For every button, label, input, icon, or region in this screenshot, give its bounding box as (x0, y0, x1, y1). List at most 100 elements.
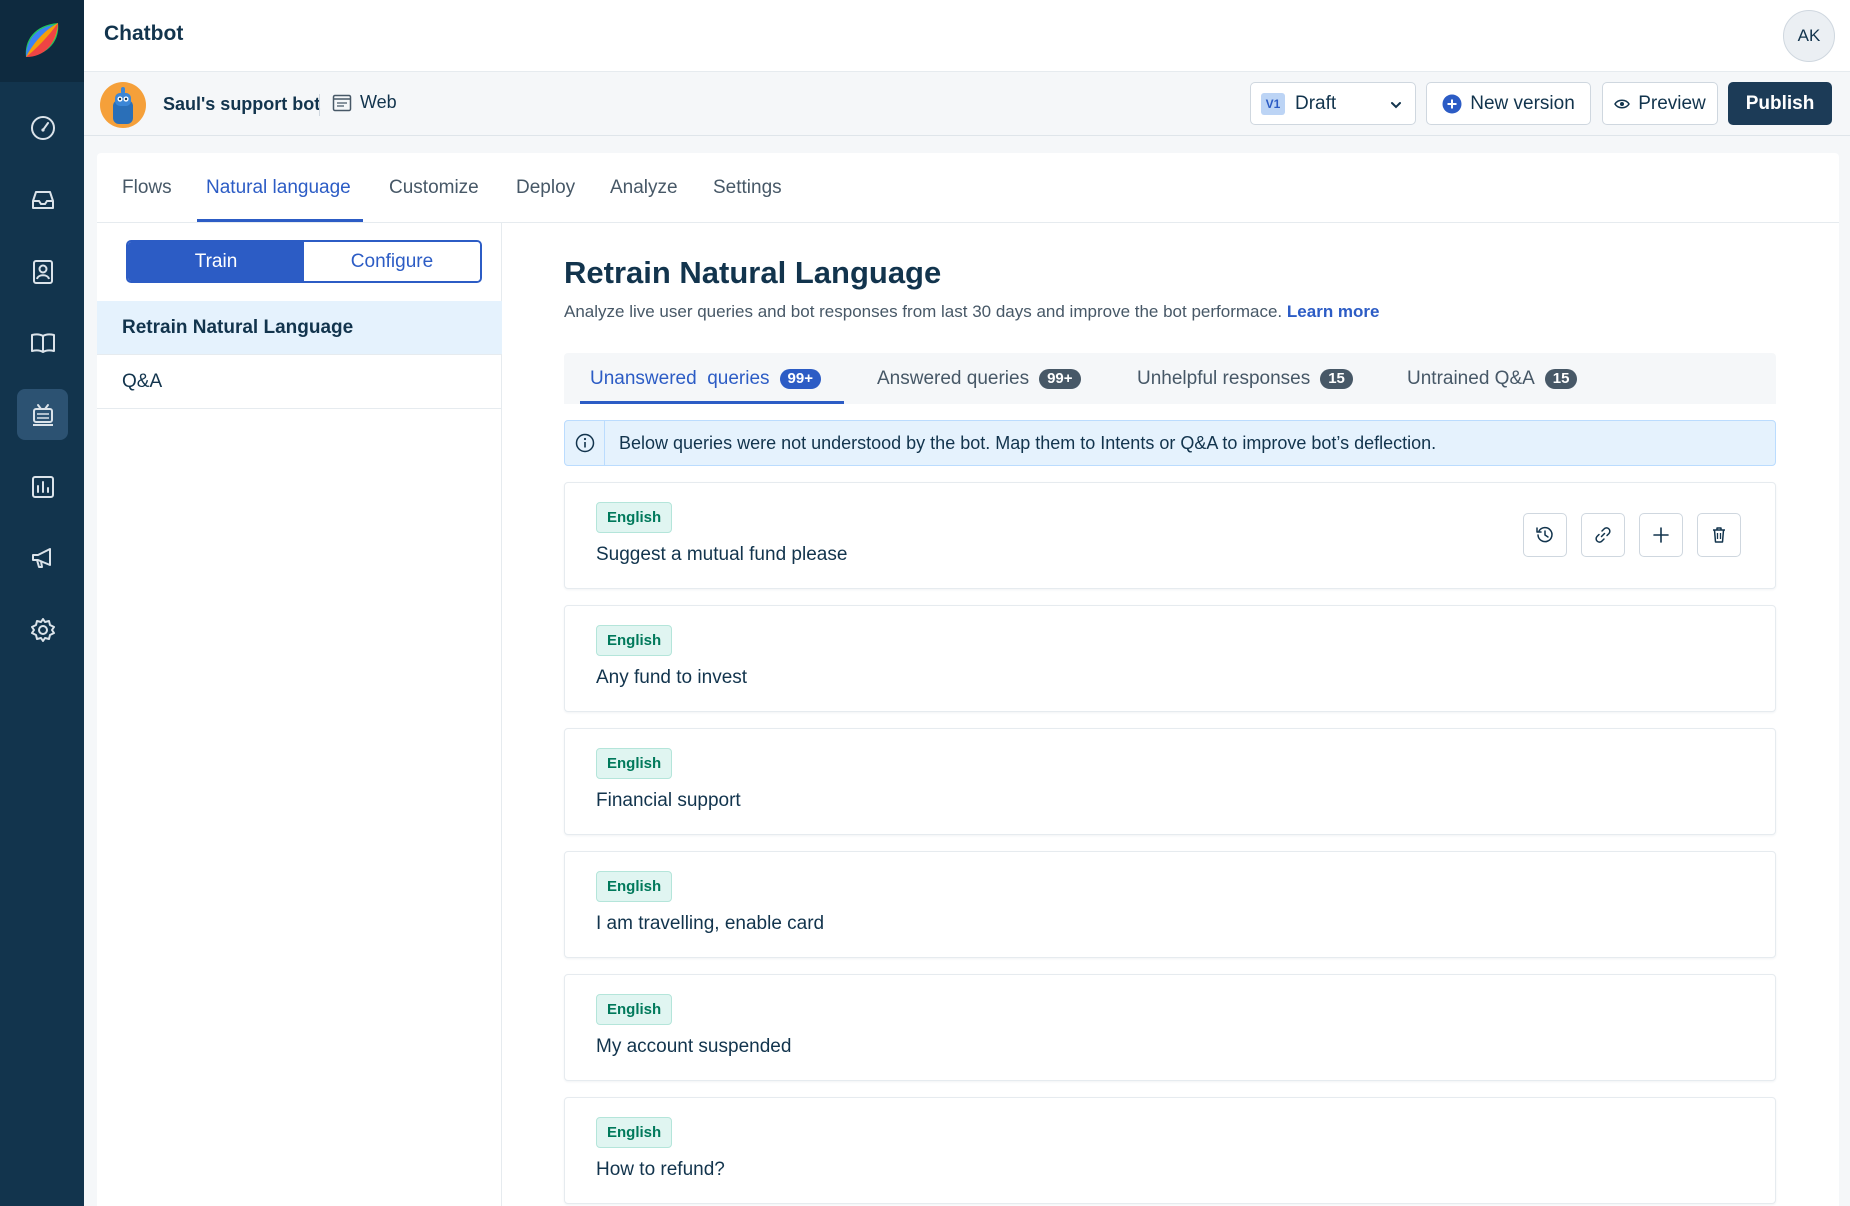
language-tag: English (596, 871, 673, 902)
channel-label: Web (360, 92, 397, 112)
contacts-icon (32, 259, 53, 284)
dashboard-nav[interactable] (17, 102, 68, 153)
tab-answered-queries[interactable]: Answered queries 99+ (877, 353, 1081, 404)
configure-button[interactable]: Configure (304, 242, 480, 281)
new-version-label: New version (1470, 92, 1575, 114)
knowledge-base-nav[interactable] (17, 317, 68, 368)
tab-label: Unhelpful responses (1137, 367, 1311, 389)
subtitle-text: Analyze live user queries and bot respon… (564, 302, 1283, 321)
sidebar-item-qa[interactable]: Q&A (97, 355, 502, 409)
preview-button[interactable]: Preview (1602, 82, 1718, 125)
inbox-nav[interactable] (17, 174, 68, 225)
page-title: Retrain Natural Language (564, 255, 942, 290)
query-card[interactable]: English I am travelling, enable card (564, 851, 1776, 958)
tab-unhelpful-responses[interactable]: Unhelpful responses 15 (1137, 353, 1353, 404)
web-channel-icon (332, 94, 352, 111)
query-card[interactable]: English Suggest a mutual fund please (564, 482, 1776, 589)
tab-analyze[interactable]: Analyze (610, 177, 678, 199)
query-text: Any fund to invest (596, 667, 748, 688)
tab-label: Untrained Q&A (1407, 367, 1535, 389)
query-text: Suggest a mutual fund please (596, 544, 848, 565)
sidebar-item-retrain[interactable]: Retrain Natural Language (97, 301, 502, 355)
count-badge: 15 (1544, 368, 1578, 389)
new-version-button[interactable]: New version (1426, 82, 1591, 125)
contacts-nav[interactable] (17, 246, 68, 297)
tab-customize[interactable]: Customize (389, 177, 479, 199)
history-button[interactable] (1523, 513, 1567, 557)
active-tab-indicator (197, 219, 363, 222)
query-tabs: Unanswered queries 99+ Answered queries … (564, 353, 1776, 404)
chatbot-nav[interactable] (17, 389, 68, 440)
query-actions (1523, 513, 1741, 557)
train-configure-toggle: Train Configure (126, 240, 482, 283)
count-badge: 15 (1320, 368, 1353, 389)
publish-button[interactable]: Publish (1728, 82, 1832, 125)
query-card[interactable]: English My account suspended (564, 974, 1776, 1081)
analytics-icon (31, 475, 54, 498)
learn-more-link[interactable]: Learn more (1287, 302, 1380, 321)
link-icon (1595, 527, 1611, 543)
settings-nav[interactable] (17, 604, 68, 655)
tab-flows[interactable]: Flows (122, 177, 172, 199)
campaigns-nav[interactable] (17, 532, 68, 583)
channel-indicator: Web (332, 92, 397, 113)
tab-label: Unanswered queries (590, 367, 770, 389)
version-dropdown[interactable]: V1 Draft (1250, 82, 1416, 125)
megaphone-icon (31, 547, 51, 568)
main-panel: Flows Natural language Customize Deploy … (97, 153, 1839, 1206)
query-text: I am travelling, enable card (596, 913, 825, 934)
plus-circle-icon (1442, 94, 1462, 113)
tab-unanswered-queries[interactable]: Unanswered queries 99+ (590, 353, 821, 404)
app-title: Chatbot (104, 22, 184, 45)
freshworks-logo[interactable] (0, 0, 84, 82)
tab-deploy[interactable]: Deploy (516, 177, 575, 199)
count-badge: 99+ (779, 368, 821, 389)
page-subtitle: Analyze live user queries and bot respon… (564, 302, 1380, 322)
info-text: Below queries were not understood by the… (619, 432, 1437, 453)
info-icon (575, 433, 594, 453)
language-tag: English (596, 994, 673, 1025)
query-card[interactable]: English Any fund to invest (564, 605, 1776, 712)
divider (319, 94, 320, 116)
user-avatar[interactable]: AK (1783, 10, 1835, 62)
inbox-icon (31, 190, 54, 209)
chevron-down-icon (1391, 102, 1401, 109)
tab-label: Answered queries (877, 367, 1030, 389)
train-button[interactable]: Train (128, 242, 304, 281)
delete-button[interactable] (1697, 513, 1741, 557)
language-tag: English (596, 1117, 673, 1148)
top-header: Chatbot AK (84, 0, 1850, 72)
plus-icon (1653, 527, 1669, 543)
bot-toolbar: Saul's support bot Web V1 Draft New vers… (84, 72, 1850, 136)
count-badge: 99+ (1039, 368, 1081, 389)
version-badge: V1 (1261, 92, 1285, 115)
analytics-nav[interactable] (17, 461, 68, 512)
logo-icon (25, 23, 59, 57)
history-icon (1536, 526, 1553, 543)
query-card[interactable]: English How to refund? (564, 1097, 1776, 1204)
gear-icon (30, 617, 55, 642)
primary-tabs: Flows Natural language Customize Deploy … (97, 153, 1839, 223)
query-text: My account suspended (596, 1036, 792, 1057)
add-button[interactable] (1639, 513, 1683, 557)
query-text: Financial support (596, 790, 741, 811)
active-subtab-indicator (580, 401, 844, 404)
link-button[interactable] (1581, 513, 1625, 557)
bot-icon (32, 403, 53, 426)
language-tag: English (596, 502, 673, 533)
query-text: How to refund? (596, 1159, 725, 1180)
tab-natural-language[interactable]: Natural language (206, 177, 351, 199)
eye-icon (1614, 99, 1631, 108)
bot-avatar (100, 82, 146, 128)
language-tag: English (596, 748, 673, 779)
tab-settings[interactable]: Settings (713, 177, 782, 199)
bot-name: Saul's support bot (163, 94, 321, 114)
left-nav-rail (0, 0, 84, 1206)
book-icon (30, 332, 55, 353)
tab-untrained-qa[interactable]: Untrained Q&A 15 (1407, 353, 1578, 404)
info-icon-wrap (565, 420, 605, 466)
left-panel: Train Configure Retrain Natural Language… (97, 223, 502, 1206)
version-label: Draft (1295, 92, 1337, 114)
robot-avatar-icon (113, 87, 133, 124)
query-card[interactable]: English Financial support (564, 728, 1776, 835)
